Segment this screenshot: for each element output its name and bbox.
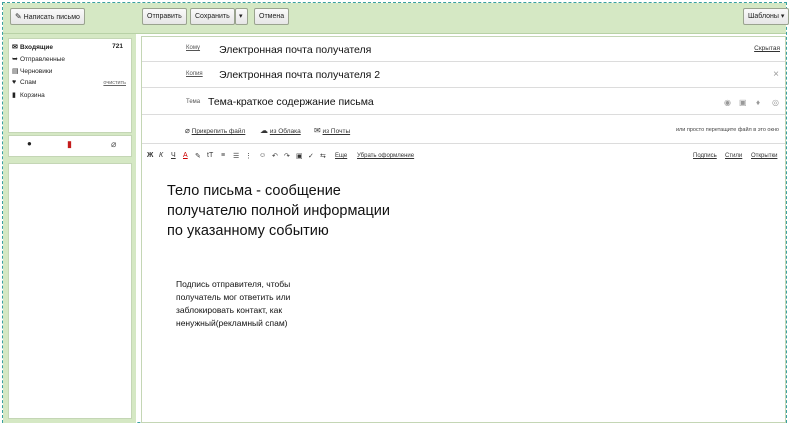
folder-trash[interactable]: ▮ Корзина: [12, 91, 45, 99]
cc-label[interactable]: Копия: [186, 71, 203, 77]
clear-spam-link[interactable]: очистить: [103, 80, 126, 86]
divider: [142, 143, 785, 144]
compose-button[interactable]: ✎ Написать письмо: [10, 8, 85, 25]
from-cloud-label: из Облака: [269, 128, 301, 135]
top-toolbar: [3, 3, 786, 34]
paperclip-icon: ⌀: [185, 126, 190, 135]
schedule-icon[interactable]: ◎: [772, 98, 779, 107]
undo-icon[interactable]: ↶: [272, 152, 278, 160]
reminder-icon[interactable]: ♦: [756, 98, 760, 107]
compose-label: Написать письмо: [23, 14, 80, 21]
cc-field[interactable]: Электронная почта получателя 2: [219, 69, 380, 81]
highlight-icon[interactable]: ✎: [195, 152, 201, 160]
save-menu-button[interactable]: ▾: [235, 8, 248, 25]
sent-icon: ➥: [12, 56, 18, 63]
attachment-icon[interactable]: ⌀: [111, 139, 116, 150]
notify-icon[interactable]: ▣: [739, 98, 747, 107]
subject-field[interactable]: Тема-краткое содержание письма: [208, 96, 374, 108]
more-link[interactable]: Еще: [335, 153, 347, 159]
folder-label: Черновики: [20, 68, 53, 75]
folder-label: Входящие: [20, 44, 53, 51]
cloud-icon: ☁: [260, 126, 268, 135]
folder-label: Корзина: [20, 92, 45, 99]
folder-inbox[interactable]: ✉ Входящие: [12, 43, 53, 51]
send-button[interactable]: Отправить: [142, 8, 187, 25]
trash-icon: ▮: [12, 92, 16, 99]
bcc-link[interactable]: Скрытая: [754, 45, 780, 52]
sidebar-panel: [8, 163, 132, 419]
folder-drafts[interactable]: ▤Черновики: [12, 67, 52, 75]
folder-spam[interactable]: ♥ Спам: [12, 79, 36, 86]
folder-tools: ● ▮ ⌀: [8, 135, 132, 157]
to-label[interactable]: Кому: [186, 45, 200, 51]
bullet-list-icon[interactable]: ☰: [233, 152, 239, 160]
italic-icon[interactable]: К: [159, 152, 163, 159]
styles-link[interactable]: Стили: [725, 153, 742, 159]
inbox-count: 721: [112, 43, 123, 50]
numbered-list-icon[interactable]: ⋮: [245, 152, 252, 160]
templates-button[interactable]: Шаблоны ▾: [743, 8, 789, 25]
cancel-button[interactable]: Отмена: [254, 8, 290, 25]
drafts-icon: ▤: [12, 68, 19, 75]
unread-dot-icon[interactable]: ●: [27, 139, 32, 148]
clear-format-link[interactable]: Убрать оформление: [357, 153, 414, 159]
subject-label: Тема: [186, 99, 201, 105]
image-icon[interactable]: ▣: [296, 152, 303, 160]
emoji-icon[interactable]: ☺: [259, 152, 266, 159]
drop-hint: или просто перетащите файл в это окно: [675, 127, 779, 133]
divider: [142, 114, 785, 115]
underline-icon[interactable]: Ч: [171, 152, 176, 159]
bold-icon[interactable]: Ж: [147, 152, 153, 159]
redo-icon[interactable]: ↷: [284, 152, 290, 160]
signature-link[interactable]: Подпись: [693, 153, 717, 159]
message-signature[interactable]: Подпись отправителя, чтобы получатель мо…: [176, 278, 290, 330]
font-size-icon[interactable]: tT: [207, 152, 213, 159]
divider: [142, 87, 785, 88]
attach-file-link[interactable]: ⌀ Прикрепить файл: [185, 126, 245, 135]
attach-file-label: Прикрепить файл: [191, 128, 246, 135]
save-button[interactable]: Сохранить: [190, 8, 235, 25]
text-color-icon[interactable]: А: [183, 152, 188, 159]
folder-list: ✉ Входящие 721 ➥ Отправленные ▤Черновики ♥…: [8, 38, 132, 133]
from-mail-label: из Почты: [322, 128, 351, 135]
priority-icon[interactable]: ◉: [724, 98, 731, 107]
align-icon[interactable]: ≡: [221, 152, 225, 159]
postcards-link[interactable]: Открытки: [751, 153, 777, 159]
message-body[interactable]: Тело письма - сообщение получателю полно…: [167, 181, 390, 241]
translate-icon[interactable]: ⇆: [320, 152, 326, 160]
folder-label: Спам: [20, 79, 37, 86]
from-mail-link[interactable]: ✉ из Почты: [314, 126, 350, 135]
divider: [142, 61, 785, 62]
inbox-icon: ✉: [12, 44, 18, 51]
from-cloud-link[interactable]: ☁ из Облака: [260, 126, 301, 135]
folder-sent[interactable]: ➥ Отправленные: [12, 55, 65, 63]
close-icon[interactable]: ×: [773, 69, 779, 80]
bookmark-icon[interactable]: ▮: [67, 139, 72, 150]
spellcheck-icon[interactable]: ✓: [308, 152, 314, 160]
mail-icon: ✉: [314, 126, 321, 135]
to-field[interactable]: Электронная почта получателя: [219, 44, 371, 56]
spam-icon: ♥: [12, 79, 17, 86]
compose-icon: ✎: [15, 12, 22, 21]
folder-label: Отправленные: [20, 56, 65, 63]
